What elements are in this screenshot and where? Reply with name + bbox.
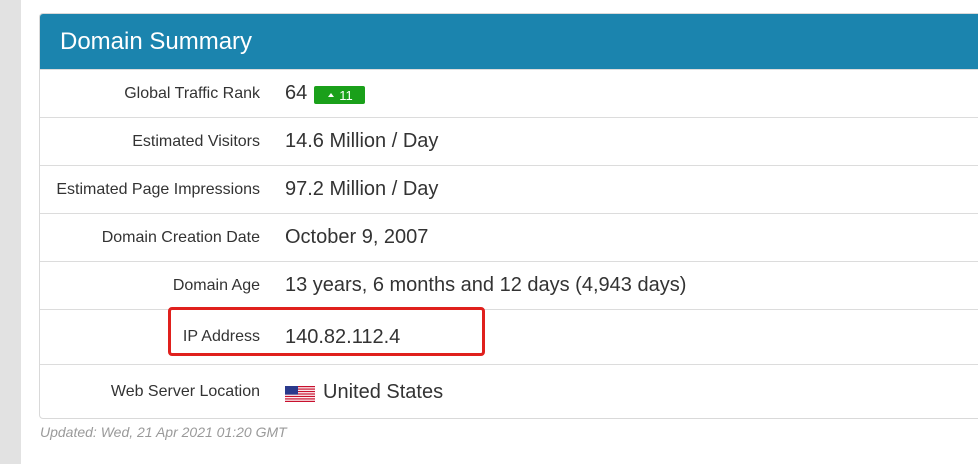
domain-summary-panel: Domain Summary Global Traffic Rank 64 11… <box>39 13 978 419</box>
row-global-traffic-rank: Global Traffic Rank 64 11 <box>40 69 978 117</box>
row-page-impressions: Estimated Page Impressions 97.2 Million … <box>40 165 978 213</box>
row-label: Global Traffic Rank <box>124 84 260 102</box>
row-estimated-visitors: Estimated Visitors 14.6 Million / Day <box>40 117 978 165</box>
row-label: Estimated Page Impressions <box>56 180 260 198</box>
panel-title: Domain Summary <box>60 27 253 55</box>
row-web-server-location: Web Server Location United States <box>40 364 978 418</box>
row-value: 97.2 Million / Day <box>285 178 439 200</box>
row-value-container: 64 11 <box>285 82 365 105</box>
row-domain-creation-date: Domain Creation Date October 9, 2007 <box>40 213 978 261</box>
row-label: Estimated Visitors <box>132 132 260 150</box>
left-rail <box>0 0 21 464</box>
row-value: 140.82.112.4 <box>285 325 401 348</box>
row-label: Domain Age <box>172 276 260 294</box>
panel-header: Domain Summary <box>40 14 978 69</box>
row-value: 13 years, 6 months and 12 days (4,943 da… <box>285 274 687 296</box>
us-flag-icon <box>285 385 315 402</box>
row-value: United States <box>323 380 444 403</box>
updated-timestamp: Updated: Wed, 21 Apr 2021 01:20 GMT <box>40 424 287 440</box>
row-domain-age: Domain Age 13 years, 6 months and 12 day… <box>40 261 978 309</box>
row-value: 14.6 Million / Day <box>285 130 439 152</box>
rank-change-badge: 11 <box>314 86 365 104</box>
row-label: IP Address <box>182 328 260 345</box>
row-value: 64 <box>285 82 308 104</box>
row-value-container: United States <box>285 381 443 404</box>
row-ip-address: IP Address 140.82.112.4 <box>40 309 978 364</box>
row-value: October 9, 2007 <box>285 226 429 248</box>
row-label: Web Server Location <box>110 383 260 400</box>
rank-change-value: 11 <box>339 87 353 103</box>
arrow-up-icon <box>328 93 335 97</box>
row-label: Domain Creation Date <box>101 228 260 246</box>
